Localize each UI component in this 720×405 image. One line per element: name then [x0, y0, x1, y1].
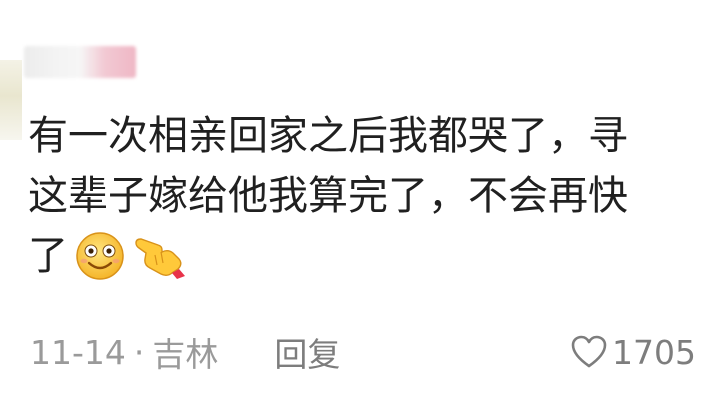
username-blurred[interactable] — [24, 46, 136, 78]
comment-line-2: 这辈子嫁给他我算完了，不会再快 — [28, 173, 628, 219]
comment-date: 11-14 — [30, 332, 126, 372]
comment-line-3: 了 — [28, 233, 68, 279]
comment-body: 有一次相亲回家之后我都哭了，寻 这辈子嫁给他我算完了，不会再快 了 — [28, 106, 720, 286]
heart-outline-icon — [571, 335, 607, 368]
like-button[interactable]: 1705 — [570, 333, 696, 372]
comment-header — [24, 44, 136, 80]
like-count: 1705 — [612, 332, 696, 372]
comment-line-3-row: 了 — [28, 226, 720, 286]
meta-separator: · — [133, 332, 145, 372]
comment-line-1: 有一次相亲回家之后我都哭了，寻 — [28, 113, 628, 159]
avatar-edge — [0, 60, 22, 140]
smile-emoji-icon — [76, 232, 124, 280]
comment-meta: 11-14 · 吉林 回复 1705 — [30, 326, 696, 378]
reply-button[interactable]: 回复 — [274, 328, 340, 376]
pointing-hand-emoji-icon — [135, 238, 185, 279]
comment-location: 吉林 — [152, 335, 219, 374]
